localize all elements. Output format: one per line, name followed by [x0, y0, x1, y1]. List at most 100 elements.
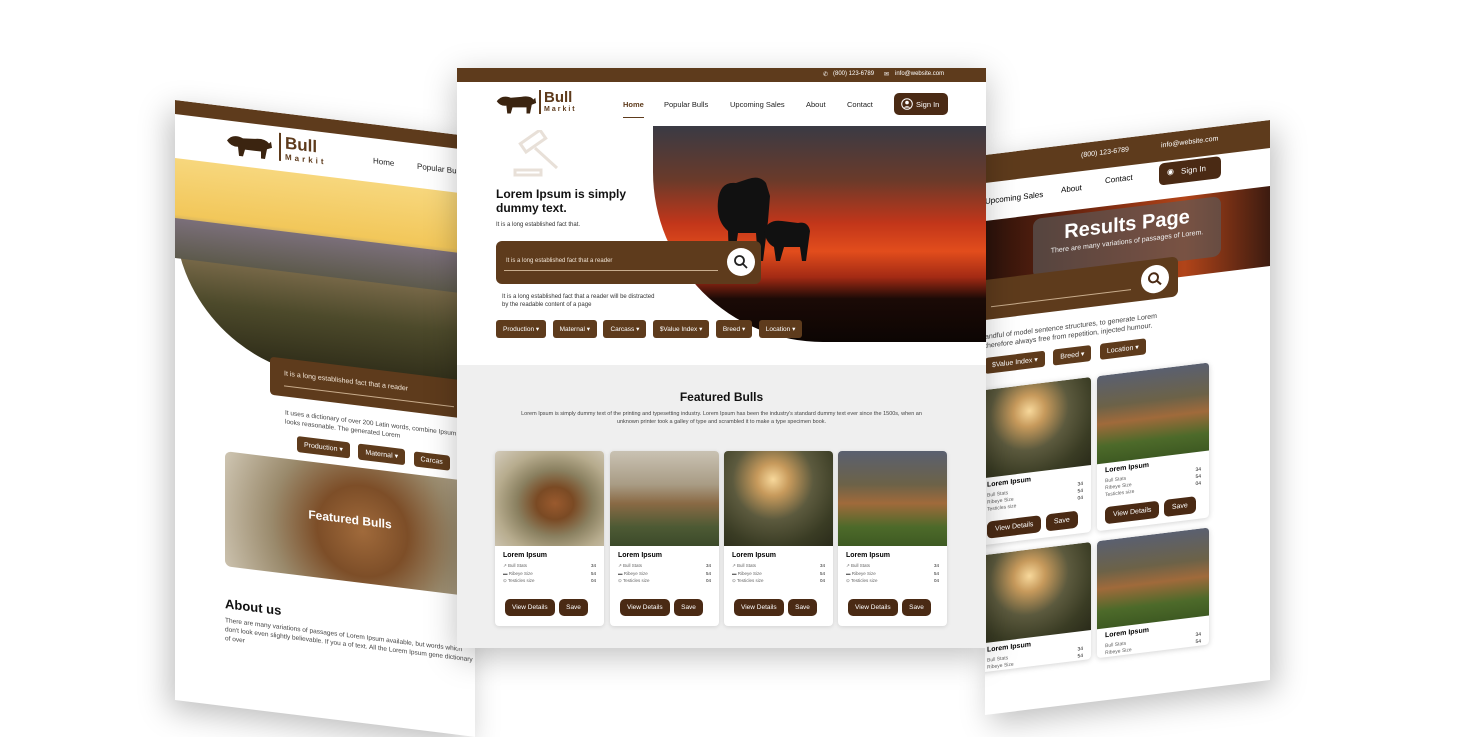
stat-value: 34 [1077, 480, 1083, 488]
right-filter-label: Breed [1060, 351, 1079, 361]
bull-card[interactable]: Lorem Ipsum ↗ Bull Stats 34 ▬ Ribeye Size… [838, 451, 947, 626]
left-nav-popular[interactable]: Popular Bu [417, 162, 457, 176]
stat-value: 34 [1195, 631, 1201, 639]
card-stat: ↗ Bull Stats 34 [618, 563, 711, 569]
stat-value: 04 [590, 578, 596, 583]
stat-label: Bull Stats [737, 563, 757, 568]
filter-production[interactable]: Production ▾ [496, 320, 547, 338]
bull-card[interactable]: Lorem Ipsum ↗ Bull Stats 34 ▬ Ribeye Size… [610, 451, 719, 626]
left-filter-carcass[interactable]: Carcas [413, 451, 450, 471]
stat-value: 04 [1195, 480, 1201, 488]
stat-value: 34 [590, 563, 596, 568]
hero-description: It is a long established fact that a rea… [502, 294, 655, 308]
featured-title: Featured Bulls [679, 390, 764, 404]
nav-home[interactable]: Home [623, 100, 644, 118]
filter-maternal[interactable]: Maternal ▾ [552, 320, 597, 338]
right-signin-button[interactable]: ◉ Sign In [1159, 156, 1221, 186]
search-button[interactable] [727, 248, 755, 276]
nav-popular-bulls[interactable]: Popular Bulls [664, 100, 708, 109]
stat-label: Bull Stats [851, 563, 871, 568]
save-button[interactable]: Save [902, 599, 931, 616]
filter-value-index[interactable]: $Value Index ▾ [652, 320, 710, 338]
right-filter-location[interactable]: Location ▾ [1099, 338, 1146, 360]
view-details-button[interactable]: View Details [987, 515, 1042, 539]
filter-location[interactable]: Location ▾ [758, 320, 803, 338]
result-card[interactable]: Lorem Ipsum Bull Stats 34 Ribeye Size 54 T… [1097, 362, 1209, 532]
nav-about[interactable]: About [806, 100, 826, 109]
email-address[interactable]: info@website.com [895, 71, 944, 77]
sign-in-button[interactable]: Sign In [894, 93, 948, 115]
view-details-button[interactable]: View Details [505, 599, 555, 616]
bull-photo [985, 541, 1091, 644]
left-about-title: About us [225, 596, 282, 619]
bull-card[interactable]: Lorem Ipsum ↗ Bull Stats 34 ▬ Ribeye Size… [724, 451, 833, 626]
stat-value: 04 [705, 578, 711, 583]
bull-photo [1097, 362, 1209, 465]
right-phone: (800) 123-6789 [1081, 146, 1129, 160]
bull-card[interactable]: Lorem Ipsum ↗ Bull Stats 34 ▬ Ribeye Size… [495, 451, 604, 626]
right-filter-value-index[interactable]: $Value Index ▾ [985, 350, 1045, 374]
left-page-preview: Bull Markit Home Popular Bu It is a long… [175, 100, 475, 737]
nav-contact[interactable]: Contact [847, 100, 873, 109]
left-search-placeholder: It is a long established fact that a rea… [284, 370, 409, 393]
bull-logo-icon [227, 136, 272, 160]
filter-label: Carcass [610, 326, 635, 333]
card-name: Lorem Ipsum [503, 552, 547, 559]
user-icon: ◉ [1167, 166, 1174, 177]
right-nav-about[interactable]: About [1061, 183, 1082, 195]
left-filter-maternal[interactable]: Maternal ▾ [358, 443, 406, 466]
user-icon [901, 98, 913, 110]
hero-search-bar[interactable]: It is a long established fact that a rea… [496, 241, 761, 284]
save-button[interactable]: Save [788, 599, 817, 616]
result-card[interactable]: Lorem Ipsum Bull Stats 34 Ribeye Size 54 T… [985, 376, 1091, 546]
right-nav-upcoming[interactable]: Upcoming Sales [985, 190, 1043, 206]
view-details-button[interactable]: View Details [1105, 500, 1160, 525]
phone-number[interactable]: (800) 123-6789 [833, 71, 874, 77]
save-button[interactable]: Save [1163, 496, 1196, 518]
save-button[interactable]: Save [1045, 510, 1078, 532]
view-details-button[interactable]: View Details [734, 599, 784, 616]
filter-carcass[interactable]: Carcass ▾ [603, 320, 647, 338]
stat-value: 34 [1077, 645, 1083, 653]
card-actions: View Details Save [734, 596, 817, 616]
card-actions: View Details Save [505, 596, 588, 616]
stat-label: Ribeye Size [623, 571, 648, 576]
left-search-underline [284, 385, 454, 408]
stat-label: Testicles size [622, 578, 650, 583]
stat-label: Ribeye Size [508, 571, 533, 576]
left-about-text: There are many variations of passages of… [225, 617, 473, 664]
right-nav-contact[interactable]: Contact [1105, 173, 1133, 185]
contact-topbar: ✆ (800) 123-6789 ✉ info@website.com [457, 68, 986, 82]
right-signin-label: Sign In [1181, 163, 1206, 176]
right-search-button[interactable] [1141, 263, 1169, 295]
result-card[interactable]: Lorem Ipsum Bull Stats 34 Ribeye Size 54 [1097, 527, 1209, 659]
bull-logo-icon [496, 96, 537, 114]
view-details-button[interactable]: View Details [620, 599, 670, 616]
card-actions: View Details Save [620, 596, 703, 616]
sign-in-label: Sign In [916, 100, 940, 109]
left-featured-banner[interactable]: Featured Bulls [225, 451, 475, 597]
card-stat: ▬ Ribeye Size 54 [618, 571, 711, 576]
filter-label: Location [765, 326, 791, 333]
stat-value: 34 [705, 563, 711, 568]
card-actions: View Details Save [848, 596, 931, 616]
left-filter-label: Maternal [365, 449, 393, 460]
logo-text: Bull [544, 89, 573, 106]
card-name: Lorem Ipsum [618, 552, 662, 559]
filter-breed[interactable]: Breed ▾ [715, 320, 753, 338]
stat-label: Testicles size [507, 578, 535, 583]
save-button[interactable]: Save [559, 599, 588, 616]
stat-value: 04 [819, 578, 825, 583]
stat-value: 54 [1077, 652, 1083, 660]
right-filter-breed[interactable]: Breed ▾ [1053, 344, 1092, 366]
bull-photo [838, 451, 947, 546]
stat-label: Ribeye Size [851, 571, 876, 576]
result-card[interactable]: Lorem Ipsum Bull Stats 34 Ribeye Size 54 [985, 541, 1091, 673]
view-details-button[interactable]: View Details [848, 599, 898, 616]
featured-description: Lorem Ipsum is simply dummy text of the … [521, 411, 922, 425]
card-stat: ↗ Bull Stats 34 [732, 563, 825, 569]
save-button[interactable]: Save [674, 599, 703, 616]
left-filter-production[interactable]: Production ▾ [297, 435, 350, 459]
left-nav-home[interactable]: Home [373, 156, 394, 168]
nav-upcoming-sales[interactable]: Upcoming Sales [730, 100, 785, 109]
